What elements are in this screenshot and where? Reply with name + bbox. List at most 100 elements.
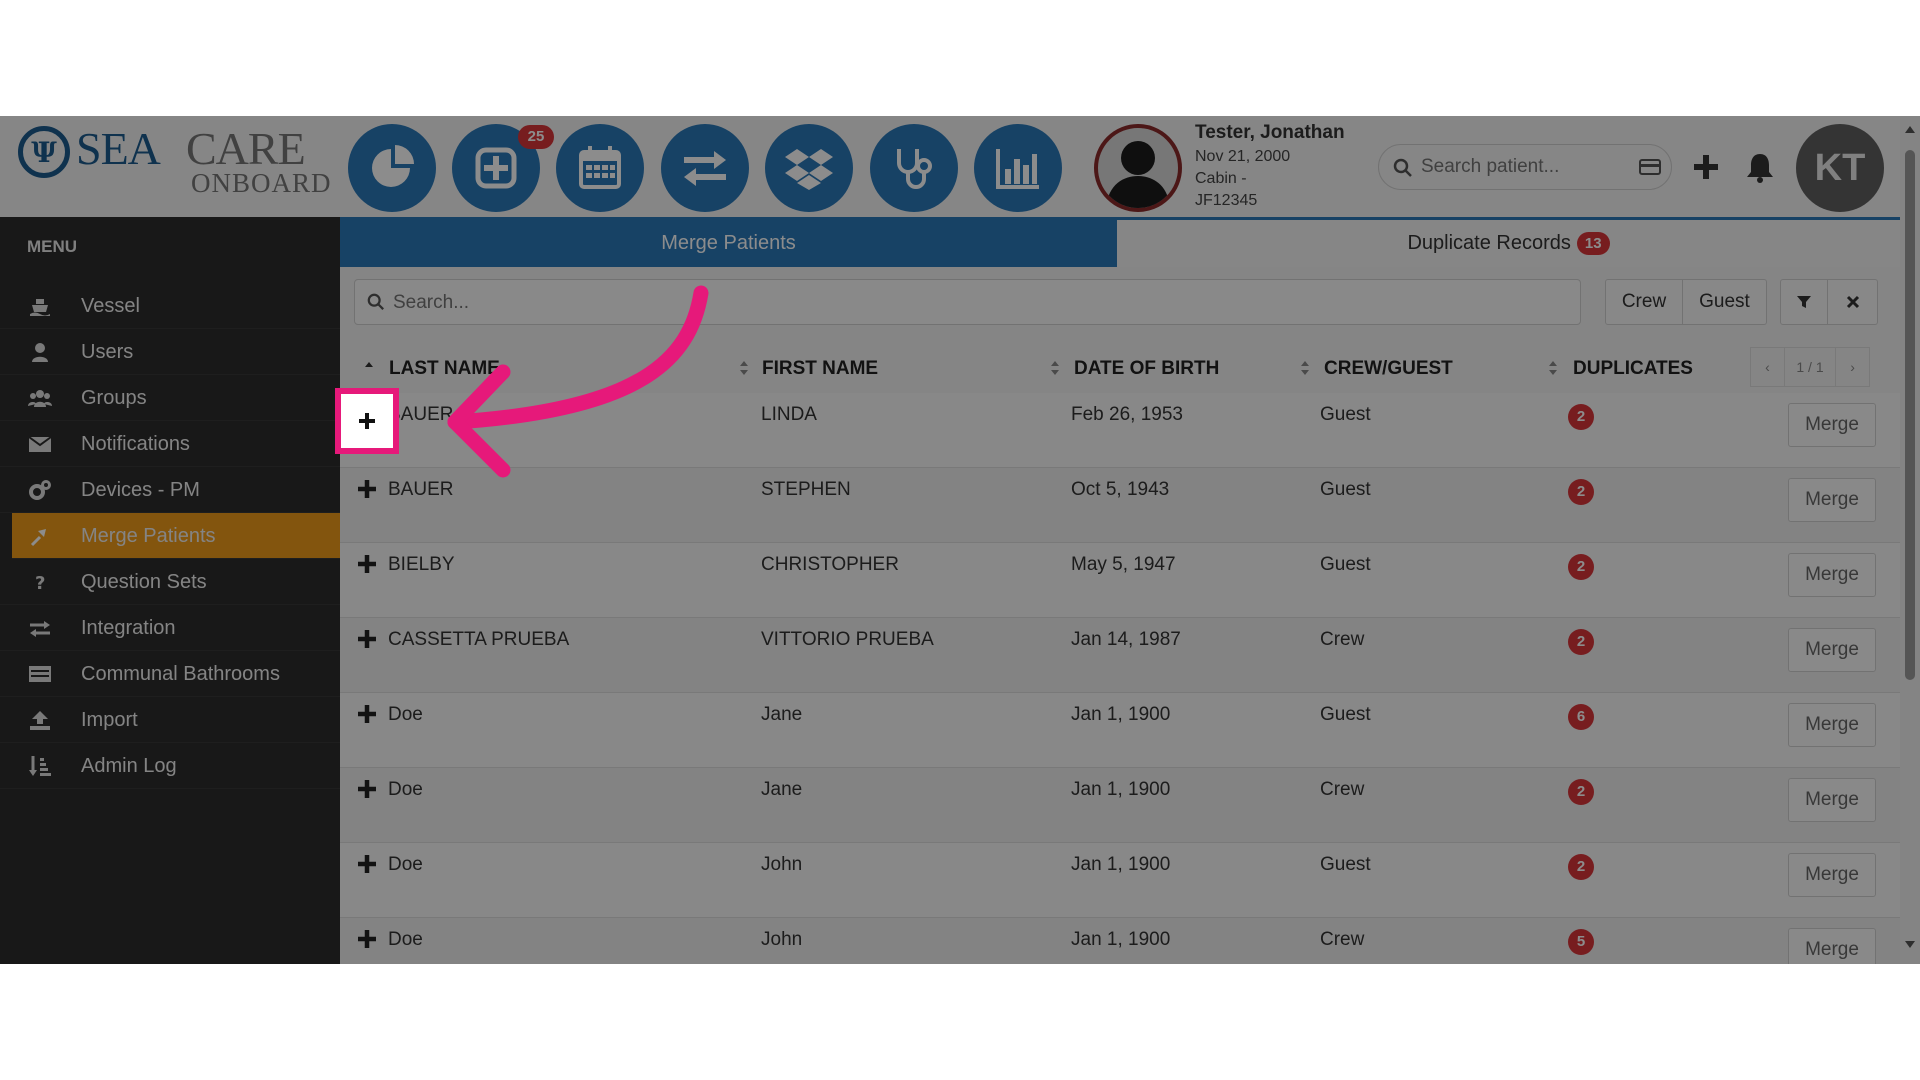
expand-row-icon[interactable] xyxy=(358,855,376,873)
merge-button[interactable]: Merge xyxy=(1788,553,1876,597)
patient-dob: Nov 21, 2000 xyxy=(1195,148,1291,165)
patient-search-input[interactable] xyxy=(1419,155,1633,179)
close-icon xyxy=(1846,295,1859,309)
cell-crew-guest: Crew xyxy=(1320,779,1365,800)
sidebar-item-import[interactable]: Import xyxy=(0,697,340,743)
column-crew-guest[interactable]: CREW/GUEST xyxy=(1324,358,1453,380)
sidebar-item-label: Communal Bathrooms xyxy=(81,663,280,685)
sort-icon[interactable] xyxy=(1300,359,1310,377)
gears-icon xyxy=(29,480,51,500)
filter-button[interactable] xyxy=(1780,279,1828,325)
expand-row-icon[interactable] xyxy=(358,930,376,948)
sidebar-item-communal-bathrooms[interactable]: Communal Bathrooms xyxy=(0,651,340,697)
sidebar-item-label: Users xyxy=(81,341,134,363)
merge-button[interactable]: Merge xyxy=(1788,853,1876,897)
cell-last-name: Doe xyxy=(388,929,423,950)
tab-duplicate-records[interactable]: Duplicate Records 13 xyxy=(1117,220,1900,267)
scroll-down-icon[interactable] xyxy=(1904,940,1916,950)
expand-row-icon[interactable] xyxy=(358,705,376,723)
merge-button[interactable]: Merge xyxy=(1788,403,1876,447)
card-icon[interactable] xyxy=(1639,159,1661,175)
plus-icon xyxy=(359,413,375,429)
sidebar-item-integration[interactable]: Integration xyxy=(0,605,340,651)
prev-page-button[interactable]: ‹ xyxy=(1751,348,1785,386)
calendar-icon[interactable] xyxy=(556,124,644,212)
merge-button[interactable]: Merge xyxy=(1788,778,1876,822)
app-window: Ψ SEA CARE ONBOARD 25 Tester, Jonathan N… xyxy=(0,116,1920,964)
scroll-up-icon[interactable] xyxy=(1904,124,1916,134)
notification-count-badge: 25 xyxy=(518,125,554,149)
tab-label: Duplicate Records xyxy=(1407,232,1571,254)
scroll-thumb[interactable] xyxy=(1905,150,1915,680)
sidebar-item-merge-patients[interactable]: Merge Patients xyxy=(12,513,340,559)
sidebar-item-label: Vessel xyxy=(81,295,140,317)
cell-last-name: BIELBY xyxy=(388,554,455,575)
expand-row-icon[interactable] xyxy=(358,480,376,498)
duplicates-badge: 2 xyxy=(1568,779,1594,805)
seacare-logo[interactable]: Ψ SEA CARE ONBOARD xyxy=(16,123,336,204)
merge-icon xyxy=(30,529,46,547)
sidebar-item-vessel[interactable]: Vessel xyxy=(0,283,340,329)
column-date-of-birth[interactable]: DATE OF BIRTH xyxy=(1074,358,1219,380)
merge-button[interactable]: Merge xyxy=(1788,703,1876,747)
cell-date-of-birth: Jan 14, 1987 xyxy=(1071,629,1181,650)
sort-icon[interactable] xyxy=(1050,359,1060,377)
stethoscope-icon[interactable] xyxy=(870,124,958,212)
duplicate-count-badge: 13 xyxy=(1576,232,1610,255)
cell-date-of-birth: Feb 26, 1953 xyxy=(1071,404,1183,425)
sidebar-item-users[interactable]: Users xyxy=(0,329,340,375)
cell-first-name: Jane xyxy=(761,779,803,800)
tab-merge-patients[interactable]: Merge Patients xyxy=(340,220,1117,267)
table-row: BAUER STEPHEN Oct 5, 1943 Guest 2 Merge xyxy=(340,468,1900,543)
merge-button[interactable]: Merge xyxy=(1788,928,1876,964)
expand-row-icon[interactable] xyxy=(358,555,376,573)
merge-button[interactable]: Merge xyxy=(1788,478,1876,522)
user-avatar[interactable]: KT xyxy=(1796,124,1884,212)
filter-crew-button[interactable]: Crew xyxy=(1605,279,1683,325)
sort-icon[interactable] xyxy=(1548,359,1558,377)
filter-guest-button[interactable]: Guest xyxy=(1683,279,1767,325)
table-search-input[interactable] xyxy=(391,291,1495,315)
column-first-name[interactable]: FIRST NAME xyxy=(762,358,878,380)
table-body: BAUER LINDA Feb 26, 1953 Guest 2 Merge BAUER ST… xyxy=(340,393,1900,964)
dropbox-icon[interactable] xyxy=(765,124,853,212)
sidebar-item-groups[interactable]: Groups xyxy=(0,375,340,421)
bell-icon[interactable] xyxy=(1745,151,1775,183)
logo-text-onboard: ONBOARD xyxy=(191,168,332,198)
sidebar-item-devices-pm[interactable]: Devices - PM xyxy=(0,467,340,513)
tab-bar: Merge Patients Duplicate Records 13 xyxy=(340,217,1900,267)
column-duplicates[interactable]: DUPLICATES xyxy=(1573,358,1693,380)
table-search-box[interactable] xyxy=(354,279,1581,325)
dashboard-pie-icon[interactable] xyxy=(348,124,436,212)
highlighted-expand-button[interactable] xyxy=(335,388,399,454)
cell-crew-guest: Guest xyxy=(1320,479,1371,500)
duplicates-badge: 2 xyxy=(1568,404,1594,430)
cell-first-name: LINDA xyxy=(761,404,817,425)
expand-row-icon[interactable] xyxy=(358,630,376,648)
add-icon[interactable] xyxy=(1693,154,1719,180)
exchange-arrows-icon[interactable] xyxy=(661,124,749,212)
expand-row-icon[interactable] xyxy=(358,780,376,798)
table-row: Doe Jane Jan 1, 1900 Guest 6 Merge xyxy=(340,693,1900,768)
merge-button[interactable]: Merge xyxy=(1788,628,1876,672)
patient-name[interactable]: Tester, Jonathan xyxy=(1195,122,1345,144)
sort-icon[interactable] xyxy=(739,359,749,377)
cell-crew-guest: Crew xyxy=(1320,929,1365,950)
next-page-button[interactable]: › xyxy=(1836,348,1869,386)
clear-filter-button[interactable] xyxy=(1828,279,1878,325)
column-last-name[interactable]: LAST NAME xyxy=(389,358,500,380)
patient-avatar[interactable] xyxy=(1094,124,1182,212)
menu-list: Vessel Users Groups Notifications Device… xyxy=(0,283,340,789)
bar-chart-icon[interactable] xyxy=(974,124,1062,212)
sidebar-item-label: Import xyxy=(81,709,138,731)
top-header: Ψ SEA CARE ONBOARD 25 Tester, Jonathan N… xyxy=(0,116,1900,217)
patient-search-box[interactable] xyxy=(1378,144,1672,190)
page-scrollbar[interactable] xyxy=(1900,116,1920,964)
svg-text:?: ? xyxy=(35,573,45,593)
sidebar-item-admin-log[interactable]: Admin Log xyxy=(0,743,340,789)
sort-asc-icon[interactable] xyxy=(364,359,374,377)
sidebar-item-question-sets[interactable]: ? Question Sets xyxy=(0,559,340,605)
sidebar-item-notifications[interactable]: Notifications xyxy=(0,421,340,467)
table-row: BIELBY CHRISTOPHER May 5, 1947 Guest 2 Merge xyxy=(340,543,1900,618)
group-icon xyxy=(28,390,52,407)
